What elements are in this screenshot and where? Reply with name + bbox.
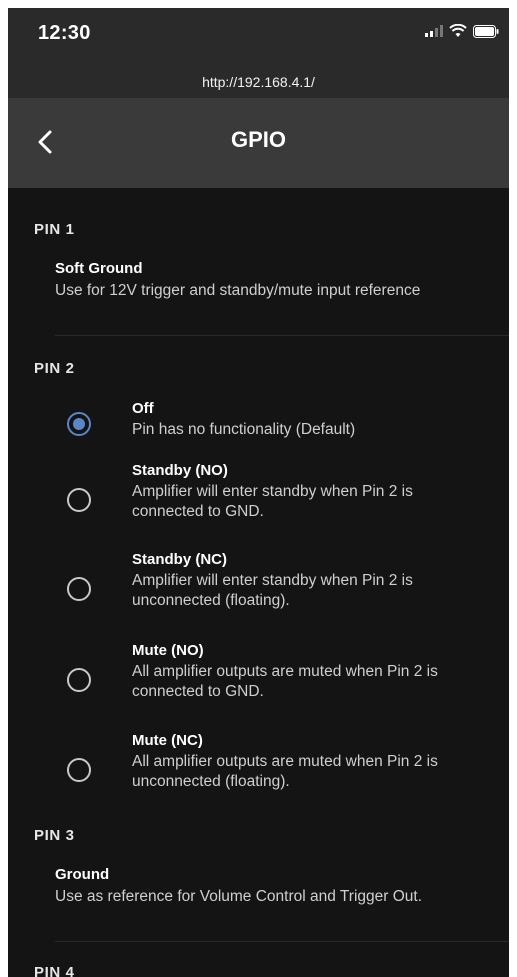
option-description: Amplifier will enter standby when Pin 2 … [132, 572, 413, 609]
radio-button[interactable] [67, 488, 91, 512]
pin-3-info: Ground Use as reference for Volume Contr… [55, 866, 475, 907]
wifi-icon [449, 24, 467, 37]
option-text: Standby (NC) Amplifier will enter standb… [132, 551, 482, 611]
option-description: Pin has no functionality (Default) [132, 421, 356, 438]
radio-button-selected[interactable] [67, 412, 91, 436]
pin-1-label: PIN 1 [34, 221, 75, 238]
option-text: Mute (NO) All amplifier outputs are mute… [132, 642, 482, 702]
pin-1-title: Soft Ground [55, 260, 143, 277]
divider [55, 335, 509, 336]
divider [55, 941, 509, 942]
pin-3-title: Ground [55, 866, 110, 883]
pin2-option-mute-no[interactable]: Mute (NO) All amplifier outputs are mute… [8, 642, 509, 726]
option-title: Mute (NO) [132, 642, 204, 659]
phone-screen: 12:30 http://192.168.4.1/ GPIO PIN 1 Sof… [8, 8, 509, 977]
option-description: Amplifier will enter standby when Pin 2 … [132, 483, 413, 520]
pin2-option-standby-no[interactable]: Standby (NO) Amplifier will enter standb… [8, 462, 509, 546]
radio-button[interactable] [67, 577, 91, 601]
radio-button[interactable] [67, 758, 91, 782]
option-text: Standby (NO) Amplifier will enter standb… [132, 462, 482, 522]
option-title: Off [132, 400, 154, 417]
option-text: Mute (NC) All amplifier outputs are mute… [132, 732, 482, 792]
battery-icon [473, 24, 499, 38]
app-header: GPIO [8, 98, 509, 188]
page-title: GPIO [230, 127, 286, 152]
pin2-option-off[interactable]: Off Pin has no functionality (Default) [8, 400, 509, 464]
option-title: Standby (NO) [132, 462, 228, 479]
pin-3-label: PIN 3 [34, 827, 75, 844]
option-description: All amplifier outputs are muted when Pin… [132, 663, 438, 700]
pin-1-info: Soft Ground Use for 12V trigger and stan… [55, 260, 475, 301]
radio-button[interactable] [67, 668, 91, 692]
pin-3-description: Use as reference for Volume Control and … [55, 888, 423, 905]
option-description: All amplifier outputs are muted when Pin… [132, 753, 438, 790]
status-time: 12:30 [38, 22, 91, 44]
cellular-signal-icon [425, 25, 443, 37]
pin-1-description: Use for 12V trigger and standby/mute inp… [55, 282, 421, 299]
option-title: Mute (NC) [132, 732, 203, 749]
pin-4-label: PIN 4 [34, 964, 75, 977]
browser-url[interactable]: http://192.168.4.1/ [8, 74, 509, 90]
status-bar: 12:30 [8, 8, 509, 70]
option-text: Off Pin has no functionality (Default) [132, 400, 482, 440]
pin2-option-standby-nc[interactable]: Standby (NC) Amplifier will enter standb… [8, 551, 509, 635]
option-title: Standby (NC) [132, 551, 227, 568]
pin2-option-mute-nc[interactable]: Mute (NC) All amplifier outputs are mute… [8, 732, 509, 816]
pin-2-label: PIN 2 [34, 360, 75, 377]
system-icons [425, 24, 499, 38]
